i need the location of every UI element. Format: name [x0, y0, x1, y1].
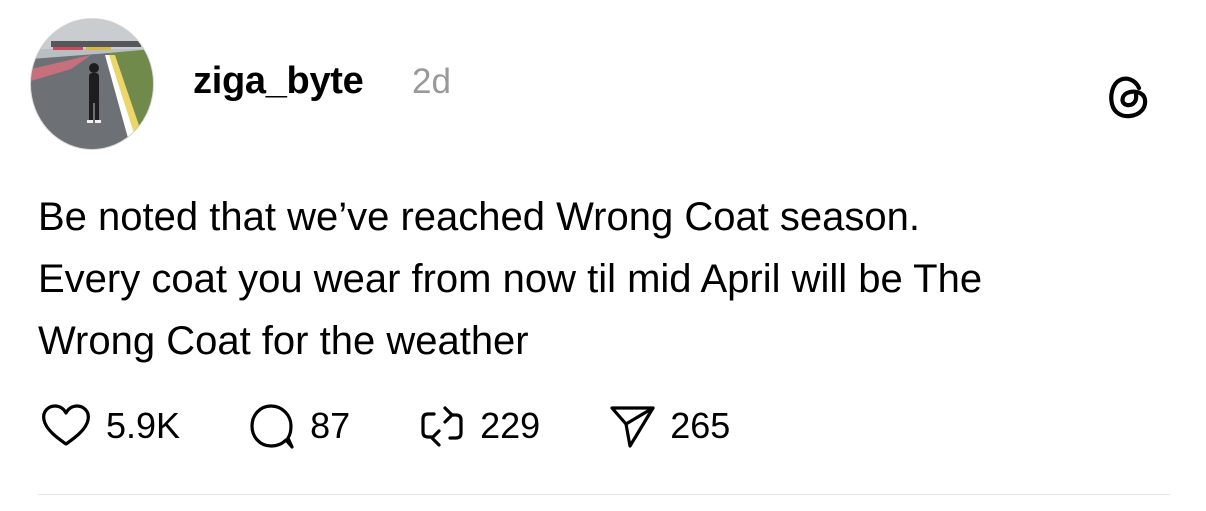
post-body: Be noted that we’ve reached Wrong Coat s…	[38, 186, 1178, 372]
like-button[interactable]: 5.9K	[38, 400, 180, 452]
post-line: Every coat you wear from now til mid Apr…	[38, 257, 983, 301]
post-line: Be noted that we’ve reached Wrong Coat s…	[38, 195, 921, 239]
comment-icon	[250, 404, 294, 449]
post-line: Wrong Coat for the weather	[38, 319, 529, 363]
avatar[interactable]	[30, 18, 154, 150]
threads-logo-icon[interactable]	[1102, 70, 1154, 122]
heart-icon	[42, 404, 90, 446]
share-button[interactable]: 265	[606, 400, 730, 452]
action-bar: 5.9K 87 229 265	[38, 398, 796, 454]
avatar-photo	[31, 19, 153, 149]
repost-count: 229	[480, 405, 541, 446]
repost-button[interactable]: 229	[416, 400, 540, 452]
post-timestamp: 2d	[412, 62, 451, 101]
share-count: 265	[670, 405, 731, 446]
reply-button[interactable]: 87	[246, 400, 350, 452]
divider	[38, 494, 1170, 495]
send-icon	[610, 406, 655, 448]
username[interactable]: ziga_byte	[193, 60, 364, 103]
like-count: 5.9K	[106, 405, 181, 446]
reply-count: 87	[310, 405, 351, 446]
repost-icon	[421, 406, 463, 447]
